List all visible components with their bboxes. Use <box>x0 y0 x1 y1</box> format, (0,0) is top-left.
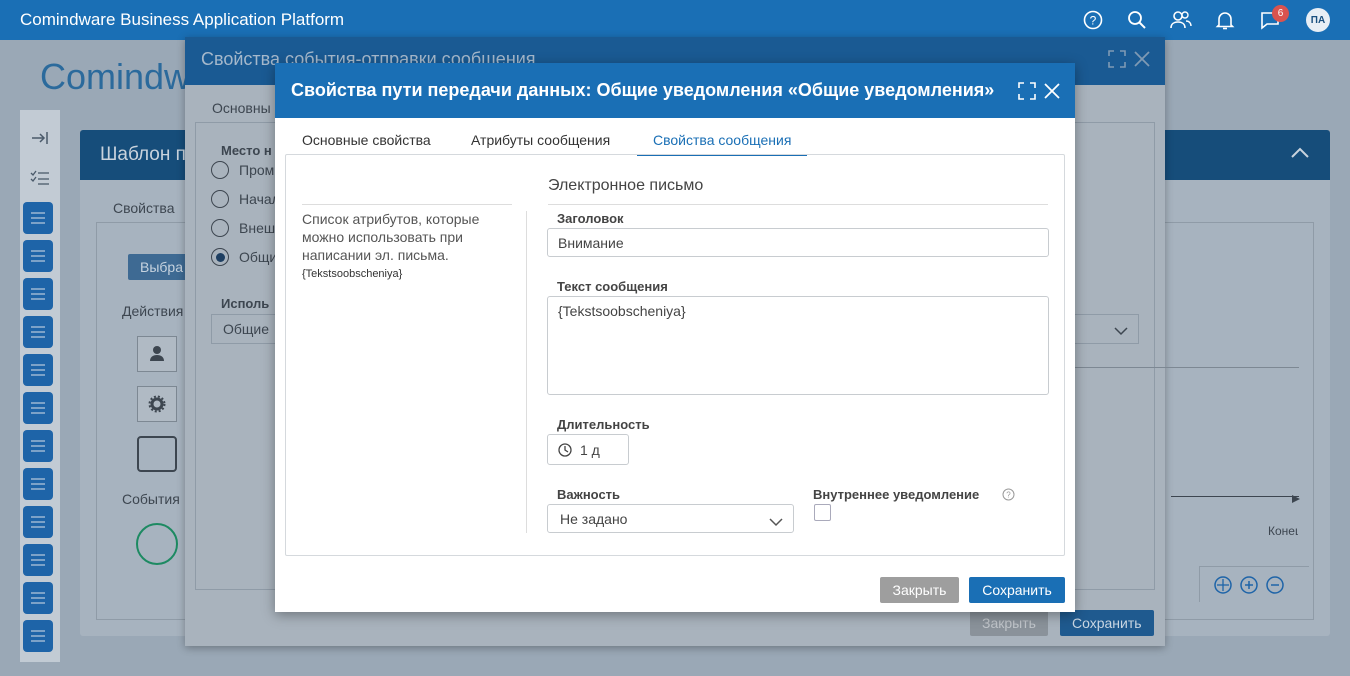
outer-save-button[interactable]: Сохранить <box>1060 610 1154 636</box>
transfer-path-dialog: Свойства пути передачи данных: Общие уве… <box>275 63 1075 612</box>
tab-message-properties[interactable]: Свойства сообщения <box>637 118 808 156</box>
hint-text: Список атрибутов, которые можно использо… <box>302 211 480 263</box>
radio-label: Начал <box>239 191 280 207</box>
help-icon[interactable]: ? <box>1002 488 1015 504</box>
tab-main-properties[interactable]: Основные свойства <box>286 118 447 156</box>
arrow-head-icon <box>1292 491 1302 507</box>
tab-message-attributes[interactable]: Атрибуты сообщения <box>455 118 626 156</box>
divider <box>1075 367 1299 368</box>
duration-value: 1 д <box>580 441 600 458</box>
message-properties-panel: Список атрибутов, которые можно использо… <box>285 154 1065 556</box>
radio-label: Внеш <box>239 220 276 236</box>
rail-item[interactable] <box>23 544 53 576</box>
duration-input[interactable]: 1 д <box>547 434 629 465</box>
rail-item[interactable] <box>23 620 53 652</box>
use-select-end[interactable] <box>1075 314 1139 344</box>
attributes-hint: Список атрибутов, которые можно использо… <box>302 210 512 283</box>
top-bar: Comindware Business Application Platform… <box>0 0 1350 40</box>
column-divider <box>526 211 527 533</box>
rail-item[interactable] <box>23 354 53 386</box>
importance-label: Важность <box>557 487 621 502</box>
hint-variable: {Tekstsoobscheniya} <box>302 268 403 280</box>
clock-icon <box>558 442 572 457</box>
body-label: Текст сообщения <box>557 279 668 294</box>
zoom-controls <box>1199 566 1309 602</box>
rail-item[interactable] <box>23 506 53 538</box>
close-icon[interactable] <box>1133 50 1151 71</box>
dialog-header: Свойства пути передачи данных: Общие уве… <box>275 63 1075 118</box>
use-label: Исполь <box>221 296 270 311</box>
radio-button[interactable] <box>211 161 229 179</box>
rail-item[interactable] <box>23 468 53 500</box>
app-title: Comindware Business Application Platform <box>20 10 345 29</box>
checklist-icon[interactable] <box>20 160 60 196</box>
chevron-down-icon <box>1114 323 1128 339</box>
expand-icon[interactable] <box>1017 81 1037 101</box>
chevron-up-icon[interactable] <box>1290 146 1310 163</box>
radio-label: Общи <box>239 249 278 265</box>
logo: Comindw <box>40 56 191 97</box>
flow-line <box>1171 496 1299 497</box>
rail-item[interactable] <box>23 430 53 462</box>
radio-label: Пром <box>239 162 275 178</box>
end-label: Конец <box>1268 524 1298 538</box>
zoom-out-icon[interactable] <box>1266 576 1284 597</box>
close-button[interactable]: Закрыть <box>880 577 959 603</box>
svg-text:?: ? <box>1006 491 1011 500</box>
body-textarea[interactable]: {Tekstsoobscheniya} <box>547 296 1049 395</box>
search-icon[interactable] <box>1126 9 1148 31</box>
svg-text:?: ? <box>1090 14 1097 28</box>
save-button[interactable]: Сохранить <box>969 577 1065 603</box>
template-card-title: Шаблон п <box>100 144 186 165</box>
user-task-icon[interactable] <box>137 336 177 372</box>
start-event-icon[interactable] <box>136 523 178 565</box>
avatar[interactable]: ПА <box>1306 8 1330 32</box>
rail-item[interactable] <box>23 316 53 348</box>
rail-item[interactable] <box>23 240 53 272</box>
outer-close-button[interactable]: Закрыть <box>970 610 1048 636</box>
importance-value: Не задано <box>560 510 628 527</box>
task-shape-icon[interactable] <box>137 436 177 472</box>
use-select-value: Общие <box>223 321 270 337</box>
rail-item[interactable] <box>23 582 53 614</box>
use-select[interactable]: Общие <box>211 314 281 344</box>
hint-divider <box>302 204 512 205</box>
radio-button[interactable] <box>211 190 229 208</box>
duration-label: Длительность <box>557 417 650 432</box>
expand-icon[interactable] <box>1108 50 1126 71</box>
users-icon[interactable] <box>1170 9 1192 31</box>
events-label: События <box>122 491 180 507</box>
section-divider <box>548 204 1048 205</box>
help-icon[interactable]: ? <box>1082 9 1104 31</box>
radio-button-selected[interactable] <box>211 248 229 266</box>
internal-notification-checkbox[interactable] <box>814 504 831 521</box>
rail-item[interactable] <box>23 202 53 234</box>
close-icon[interactable] <box>1042 81 1062 101</box>
event-dialog-tab: Основны <box>212 100 271 116</box>
rail-item[interactable] <box>23 278 53 310</box>
bell-icon[interactable] <box>1214 9 1236 31</box>
subject-input[interactable] <box>547 228 1049 257</box>
card-tab: Свойства <box>113 200 175 216</box>
place-label: Место н <box>221 143 272 158</box>
collapse-icon[interactable] <box>20 120 60 156</box>
importance-select[interactable]: Не задано <box>547 504 794 533</box>
zoom-in-icon[interactable] <box>1240 576 1258 597</box>
select-button[interactable]: Выбра <box>128 254 188 280</box>
section-title: Электронное письмо <box>548 177 704 194</box>
chevron-down-icon <box>769 514 783 530</box>
internal-notification-label: Внутреннее уведомление <box>813 487 980 502</box>
radio-button[interactable] <box>211 219 229 237</box>
left-rail <box>20 110 60 662</box>
subject-label: Заголовок <box>557 211 624 226</box>
dialog-title: Свойства пути передачи данных: Общие уве… <box>291 80 995 100</box>
gear-icon[interactable] <box>137 386 177 422</box>
actions-label: Действия <box>122 303 184 319</box>
move-icon[interactable] <box>1214 576 1232 597</box>
notification-badge: 6 <box>1272 5 1289 22</box>
rail-item[interactable] <box>23 392 53 424</box>
